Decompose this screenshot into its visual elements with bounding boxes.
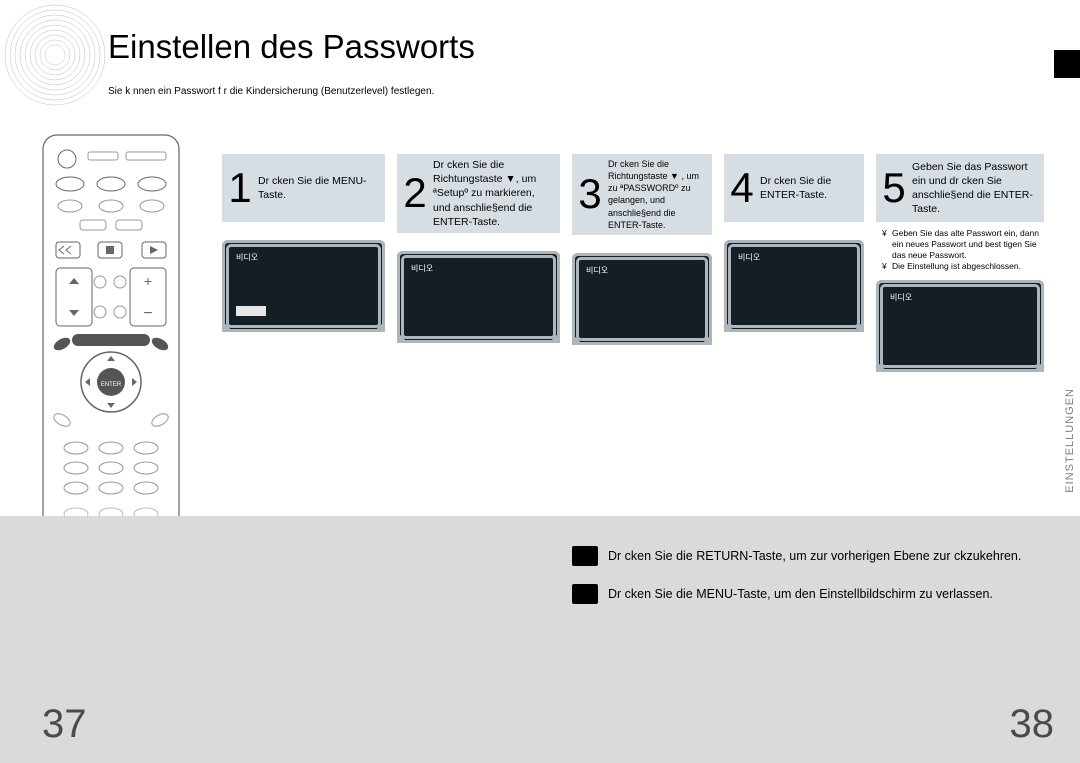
screen-label: 비디오 xyxy=(586,265,608,276)
note-1: Geben Sie das alte Passwort ein, dann ei… xyxy=(892,228,1044,261)
step-3-number: 3 xyxy=(578,173,602,215)
screen-label: 비디오 xyxy=(411,263,433,274)
side-tab-label: EINSTELLUNGEN xyxy=(1064,388,1076,493)
step-1-text: Dr cken Sie die MENU-Taste. xyxy=(258,174,379,202)
screen-label: 비디오 xyxy=(738,252,760,263)
step-4-text: Dr cken Sie die ENTER-Taste. xyxy=(760,174,858,202)
note-bullet: ¥ xyxy=(882,228,892,261)
step-2-number: 2 xyxy=(403,172,427,214)
svg-text:−: − xyxy=(143,305,152,322)
svg-text:ENTER: ENTER xyxy=(101,382,122,388)
return-key-icon xyxy=(572,546,598,566)
step-3-screen: 비디오 xyxy=(572,253,712,345)
return-hint: Dr cken Sie die RETURN-Taste, um zur vor… xyxy=(608,549,1021,563)
screen-label: 비디오 xyxy=(890,292,912,303)
decorative-spiral xyxy=(0,0,110,110)
step-1: 1 Dr cken Sie die MENU-Taste. 비디오 xyxy=(222,154,385,372)
svg-text:+: + xyxy=(144,273,152,289)
step-5: 5 Geben Sie das Passwort ein und dr cken… xyxy=(876,154,1044,372)
step-1-number: 1 xyxy=(228,167,252,209)
remote-control-illustration: + − ENTER xyxy=(42,134,180,564)
step-4-screen: 비디오 xyxy=(724,240,864,332)
step-1-screen: 비디오 xyxy=(222,240,385,332)
step-3: 3 Dr cken Sie die Richtungstaste ▼ , um … xyxy=(572,154,712,372)
step-5-number: 5 xyxy=(882,167,906,209)
black-edge-tab xyxy=(1054,50,1080,78)
page-title: Einstellen des Passworts xyxy=(108,28,475,66)
note-bullet: ¥ xyxy=(882,261,892,272)
step-3-text: Dr cken Sie die Richtungstaste ▼ , um zu… xyxy=(608,158,706,231)
step-4-number: 4 xyxy=(730,167,754,209)
menu-hint: Dr cken Sie die MENU-Taste, um den Einst… xyxy=(608,587,993,601)
note-2: Die Einstellung ist abgeschlossen. xyxy=(892,261,1021,272)
footer-hints: Dr cken Sie die RETURN-Taste, um zur vor… xyxy=(572,546,1021,622)
menu-key-icon xyxy=(572,584,598,604)
step-2-text: Dr cken Sie die Richtungstaste ▼, um ªSe… xyxy=(433,158,554,229)
steps-row: 1 Dr cken Sie die MENU-Taste. 비디오 2 Dr c… xyxy=(222,154,1044,372)
page-number-left: 37 xyxy=(42,702,87,747)
step-5-screen: 비디오 xyxy=(876,280,1044,372)
step-5-notes: ¥ Geben Sie das alte Passwort ein, dann … xyxy=(876,228,1044,272)
screen-label: 비디오 xyxy=(236,252,258,263)
step-4: 4 Dr cken Sie die ENTER-Taste. 비디오 xyxy=(724,154,864,372)
step-2-screen: 비디오 xyxy=(397,251,560,343)
step-2: 2 Dr cken Sie die Richtungstaste ▼, um ª… xyxy=(397,154,560,372)
page-subtitle: Sie k nnen ein Passwort f r die Kindersi… xyxy=(108,86,434,97)
page-number-right: 38 xyxy=(1010,702,1055,747)
step-5-text: Geben Sie das Passwort ein und dr cken S… xyxy=(912,160,1038,217)
